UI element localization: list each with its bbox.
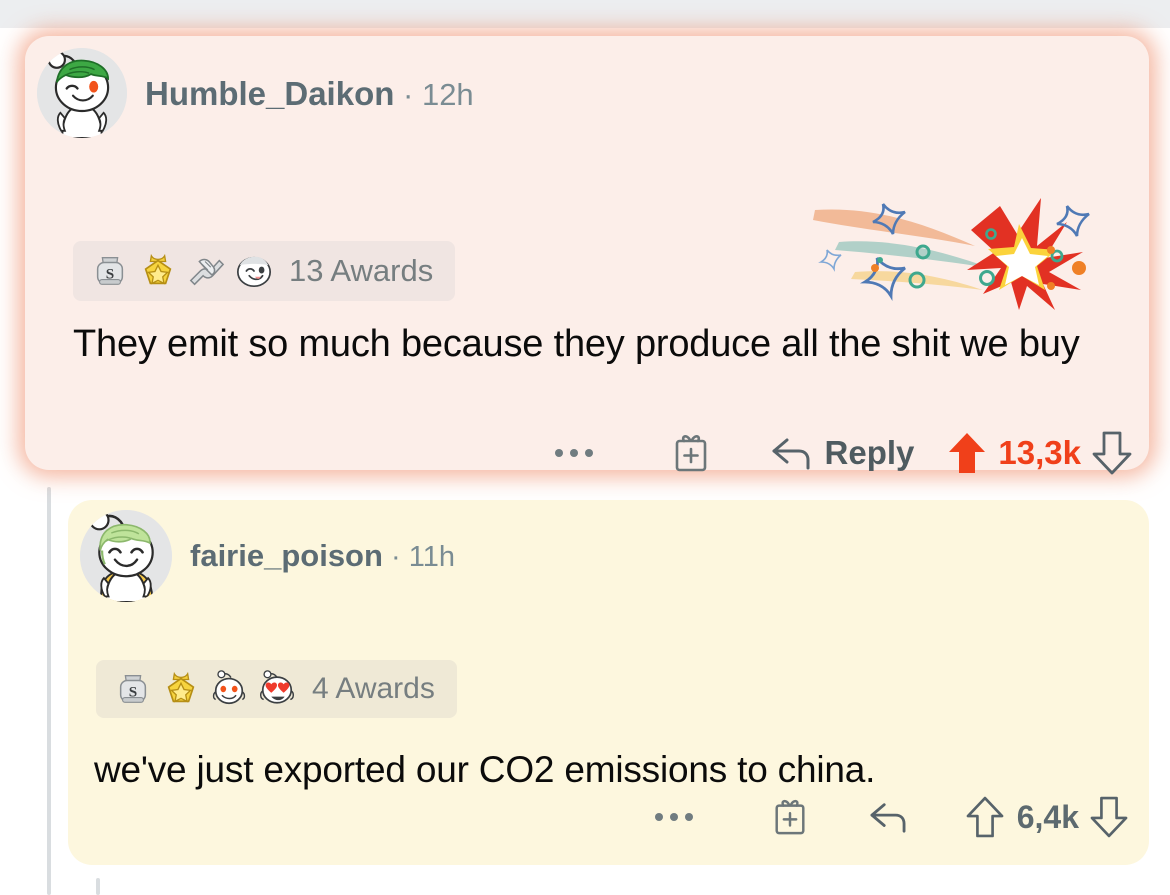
reply-label: Reply	[824, 434, 915, 471]
comment-timestamp: 11h	[408, 541, 455, 573]
comment-author[interactable]: Humble_Daikon	[145, 75, 394, 112]
silver-medal-award-icon: S	[91, 252, 129, 290]
comment-card-humble-daikon[interactable]: Humble_Daikon · 12h S 13 Awards They emi…	[25, 36, 1149, 475]
vote-score: 13,3k	[998, 434, 1081, 471]
comment-author-line: fairie_poison · 11h	[190, 540, 455, 572]
award-burst-decoration-icon	[805, 186, 1105, 311]
comment-header: fairie_poison · 11h	[80, 510, 455, 602]
overflow-menu-icon[interactable]	[554, 449, 593, 457]
upvote-button[interactable]	[966, 796, 1004, 838]
comment-header: Humble_Daikon · 12h	[37, 48, 474, 138]
comment-card-fairie-poison[interactable]: fairie_poison · 11h S 4 Awards we've jus…	[68, 500, 1149, 865]
svg-text:S: S	[129, 684, 137, 701]
avatar[interactable]	[80, 510, 172, 602]
comment-author-line: Humble_Daikon · 12h	[145, 77, 474, 110]
gift-award-icon[interactable]	[671, 432, 711, 474]
arm-wrestle-award-icon	[187, 252, 225, 290]
thread-collapse-line-level-1[interactable]	[47, 487, 51, 895]
comment-body-text: They emit so much because they produce a…	[73, 323, 1080, 365]
snoo-face-award-icon	[210, 670, 248, 708]
gold-star-medal-award-icon	[139, 252, 177, 290]
snoo-smirk-award-icon	[235, 252, 273, 290]
avatar[interactable]	[37, 48, 127, 138]
comment-body-text: we've just exported our CO2 emissions to…	[94, 749, 876, 790]
svg-text:S: S	[106, 266, 114, 283]
reply-button[interactable]	[867, 800, 909, 834]
downvote-button[interactable]	[1090, 796, 1128, 838]
comment-author[interactable]: fairie_poison	[190, 538, 383, 573]
gold-star-medal-award-icon	[162, 670, 200, 708]
reply-button[interactable]: Reply	[769, 434, 915, 472]
meta-separator: ·	[394, 76, 422, 112]
comment-timestamp: 12h	[421, 76, 474, 112]
downvote-button[interactable]	[1092, 431, 1132, 475]
awards-count-label: 13 Awards	[289, 253, 434, 288]
awards-count-label: 4 Awards	[312, 672, 435, 705]
awards-pill[interactable]: S	[96, 660, 457, 718]
awards-pill[interactable]: S	[73, 241, 456, 301]
upvote-button[interactable]	[948, 431, 986, 475]
vote-score: 6,4k	[1016, 798, 1079, 835]
overflow-menu-icon[interactable]	[654, 813, 693, 821]
meta-separator: ·	[382, 541, 409, 573]
comment-action-bar: 6,4k	[654, 796, 1128, 838]
window-status-strip	[0, 0, 1170, 28]
silver-medal-award-icon: S	[114, 670, 152, 708]
thread-collapse-line-level-2[interactable]	[96, 878, 100, 895]
comment-action-bar: Reply 13,3k	[554, 431, 1132, 475]
gift-award-icon[interactable]	[771, 797, 809, 837]
snoo-heart-eyes-award-icon	[258, 670, 296, 708]
